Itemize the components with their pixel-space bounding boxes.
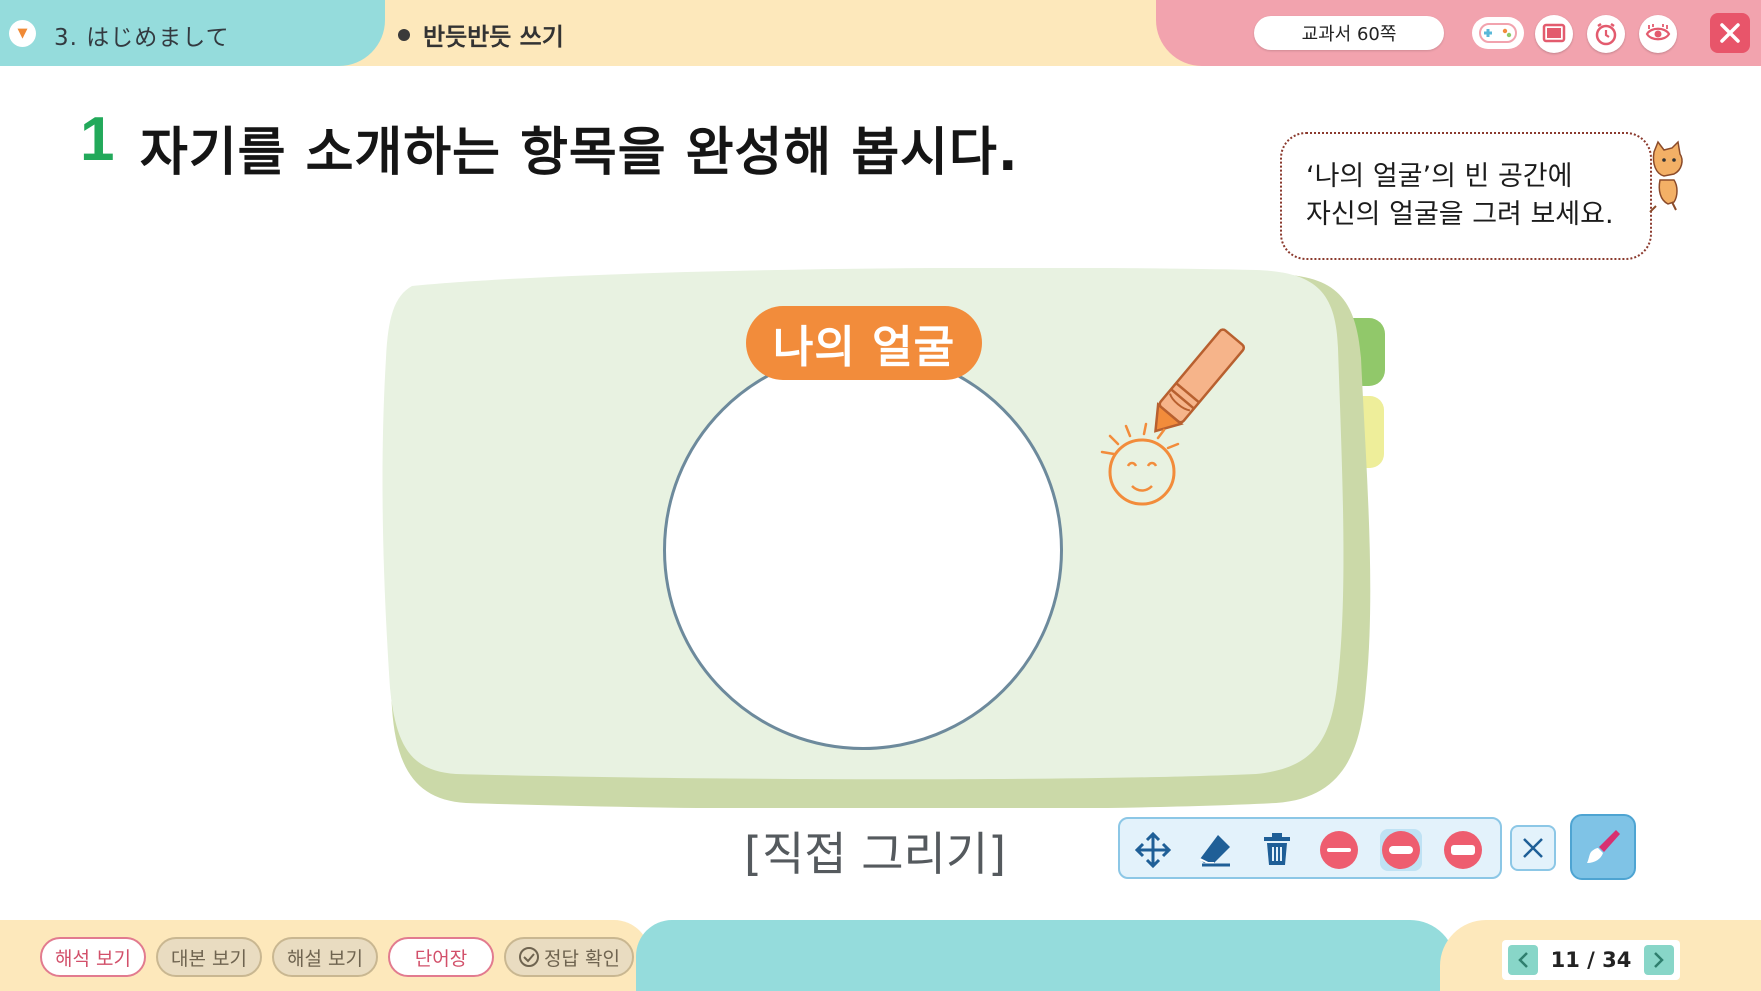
crayon-face-illustration-icon — [1100, 328, 1246, 506]
timer-icon — [1595, 22, 1617, 46]
textbook-page-badge[interactable]: 교과서 60쪽 — [1254, 16, 1444, 50]
eye-icon — [1645, 24, 1671, 41]
thick-line-button[interactable] — [1442, 829, 1484, 871]
translation-button[interactable]: 해석 보기 — [40, 937, 146, 977]
screen-icon — [1542, 23, 1566, 43]
eraser-tool-button[interactable] — [1194, 829, 1236, 871]
tip-bubble: ‘나의 얼굴’의 빈 공간에 자신의 얼굴을 그려 보세요. — [1280, 132, 1652, 260]
thin-line-button[interactable] — [1318, 829, 1360, 871]
question-text: 자기를 소개하는 항목을 완성해 봅시다. — [140, 123, 1019, 183]
eraser-icon — [1199, 835, 1230, 867]
script-button[interactable]: 대본 보기 — [156, 937, 262, 977]
unit-tab: ▼ 3. はじめまして — [0, 0, 385, 66]
medium-line-icon — [1382, 831, 1420, 869]
pen-toggle-button[interactable] — [1570, 814, 1636, 880]
check-circle-icon — [519, 947, 540, 967]
vocabulary-button[interactable]: 단어장 — [388, 937, 494, 977]
brush-icon — [1587, 830, 1620, 863]
medium-line-button[interactable] — [1380, 829, 1422, 871]
drawing-toolbar — [1118, 817, 1502, 879]
footer-middle-area — [636, 920, 1456, 991]
question-number: 1 — [80, 105, 115, 174]
close-icon — [1720, 23, 1740, 43]
bullet-icon — [398, 29, 410, 41]
prev-page-button[interactable] — [1508, 945, 1538, 975]
face-title-label: 나의 얼굴 — [746, 306, 982, 380]
toolbar-close-button[interactable] — [1510, 825, 1556, 871]
page-indicator: 11 / 34 — [1550, 948, 1632, 972]
direct-draw-caption: [직접 그리기] — [744, 827, 1007, 881]
next-page-button[interactable] — [1644, 945, 1674, 975]
game-button[interactable] — [1472, 17, 1524, 49]
fox-mascot-icon — [1649, 140, 1683, 213]
tip-line-2: 자신의 얼굴을 그려 보세요. — [1306, 199, 1614, 230]
thick-line-icon — [1444, 831, 1482, 869]
check-answer-label: 정답 확인 — [544, 947, 620, 970]
unit-title: 3. はじめまして — [54, 25, 230, 51]
screen-button[interactable] — [1535, 15, 1573, 53]
move-icon — [1134, 831, 1172, 869]
page-navigator: 11 / 34 — [1502, 940, 1680, 980]
thin-line-icon — [1320, 831, 1358, 869]
unit-menu-toggle[interactable]: ▼ — [9, 20, 36, 47]
game-controller-icon — [1479, 23, 1517, 43]
chevron-right-icon — [1654, 952, 1664, 968]
move-tool-button[interactable] — [1132, 829, 1174, 871]
eye-button[interactable] — [1639, 15, 1677, 53]
timer-button[interactable] — [1587, 15, 1625, 53]
tip-line-1: ‘나의 얼굴’의 빈 공간에 — [1306, 161, 1573, 192]
close-icon — [1523, 838, 1543, 858]
lesson-title: 반듯반듯 쓰기 — [423, 23, 564, 51]
chevron-down-icon: ▼ — [17, 26, 28, 41]
trash-tool-button[interactable] — [1256, 829, 1298, 871]
explanation-button[interactable]: 해설 보기 — [272, 937, 378, 977]
trash-icon — [1264, 833, 1290, 865]
chevron-left-icon — [1518, 952, 1528, 968]
check-answer-button[interactable]: 정답 확인 — [504, 937, 634, 977]
face-drawing-area[interactable] — [663, 350, 1063, 750]
close-button[interactable] — [1710, 13, 1750, 53]
